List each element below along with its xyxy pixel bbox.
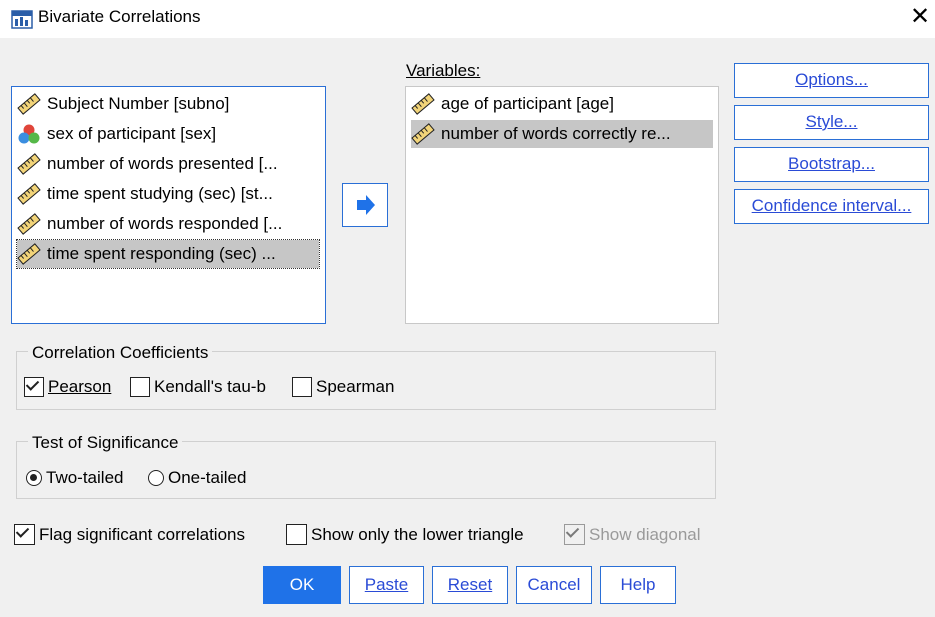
- source-item-label: number of words responded [...: [47, 214, 283, 233]
- ruler-icon: [17, 243, 41, 265]
- kendall-option[interactable]: Kendall's tau-b: [130, 377, 266, 397]
- two-tailed-label: Two-tailed: [46, 468, 124, 487]
- variable-item-label: age of participant [age]: [441, 94, 614, 113]
- ok-button[interactable]: OK: [263, 566, 341, 604]
- ruler-icon: [17, 213, 41, 235]
- move-variable-button[interactable]: [342, 183, 388, 227]
- spearman-option[interactable]: Spearman: [292, 377, 394, 397]
- ruler-icon: [411, 93, 435, 115]
- window-title: Bivariate Correlations: [38, 7, 201, 26]
- spearman-label: Spearman: [316, 377, 395, 396]
- source-item-label: time spent responding (sec) ...: [47, 244, 276, 263]
- two-tailed-option[interactable]: Two-tailed: [26, 468, 123, 488]
- ruler-icon: [17, 93, 41, 115]
- cancel-button[interactable]: Cancel: [516, 566, 592, 604]
- source-item[interactable]: number of words presented [...: [17, 150, 278, 178]
- source-item-label: sex of participant [sex]: [47, 124, 217, 143]
- test-of-significance-legend: Test of Significance: [28, 433, 183, 453]
- source-item-label: time spent studying (sec) [st...: [47, 184, 273, 203]
- flag-significant-option[interactable]: Flag significant correlations: [14, 524, 245, 545]
- source-item-label: number of words presented [...: [47, 154, 278, 173]
- variables-label: Variables:: [406, 61, 481, 80]
- variables-list[interactable]: age of participant [age] number of words…: [405, 86, 719, 324]
- two-tailed-radio[interactable]: [26, 470, 42, 486]
- app-icon: [11, 10, 33, 29]
- flag-significant-label: Flag significant correlations: [39, 524, 245, 544]
- arrow-right-icon: [357, 195, 375, 215]
- spearman-checkbox[interactable]: [292, 377, 312, 397]
- source-item[interactable]: time spent responding (sec) ...: [16, 239, 320, 269]
- reset-button[interactable]: Reset: [432, 566, 508, 604]
- help-button[interactable]: Help: [600, 566, 676, 604]
- source-item[interactable]: number of words responded [...: [17, 210, 282, 238]
- one-tailed-label: One-tailed: [168, 468, 247, 487]
- source-item-label: Subject Number [subno]: [47, 94, 230, 113]
- source-item[interactable]: time spent studying (sec) [st...: [17, 180, 273, 208]
- source-variable-list[interactable]: Subject Number [subno] sex of participan…: [11, 86, 326, 324]
- show-diagonal-option: Show diagonal: [564, 524, 701, 545]
- source-item[interactable]: sex of participant [sex]: [17, 120, 216, 148]
- correlation-coefficients-legend: Correlation Coefficients: [28, 343, 213, 363]
- bootstrap-button[interactable]: Bootstrap...: [734, 147, 929, 182]
- kendall-checkbox[interactable]: [130, 377, 150, 397]
- lower-triangle-label: Show only the lower triangle: [311, 524, 524, 544]
- ruler-icon: [17, 153, 41, 175]
- paste-button[interactable]: Paste: [349, 566, 424, 604]
- lower-triangle-option[interactable]: Show only the lower triangle: [286, 524, 524, 545]
- pearson-label: Pearson: [48, 377, 112, 396]
- flag-significant-checkbox[interactable]: [14, 524, 35, 545]
- options-button[interactable]: Options...: [734, 63, 929, 98]
- confidence-interval-button[interactable]: Confidence interval...: [734, 189, 929, 224]
- show-diagonal-checkbox: [564, 524, 585, 545]
- nominal-icon: [18, 124, 40, 144]
- close-icon[interactable]: ✕: [908, 3, 932, 31]
- style-button[interactable]: Style...: [734, 105, 929, 140]
- one-tailed-radio[interactable]: [148, 470, 164, 486]
- source-item[interactable]: Subject Number [subno]: [17, 90, 229, 118]
- variable-item-label: number of words correctly re...: [441, 124, 671, 143]
- ruler-icon: [411, 123, 435, 145]
- pearson-checkbox[interactable]: [24, 377, 44, 397]
- variable-item[interactable]: age of participant [age]: [411, 90, 614, 118]
- variable-item[interactable]: number of words correctly re...: [411, 120, 713, 148]
- show-diagonal-label: Show diagonal: [589, 524, 701, 544]
- one-tailed-option[interactable]: One-tailed: [148, 468, 246, 488]
- lower-triangle-checkbox[interactable]: [286, 524, 307, 545]
- pearson-option[interactable]: Pearson: [24, 377, 111, 397]
- kendall-label: Kendall's tau-b: [154, 377, 266, 396]
- ruler-icon: [17, 183, 41, 205]
